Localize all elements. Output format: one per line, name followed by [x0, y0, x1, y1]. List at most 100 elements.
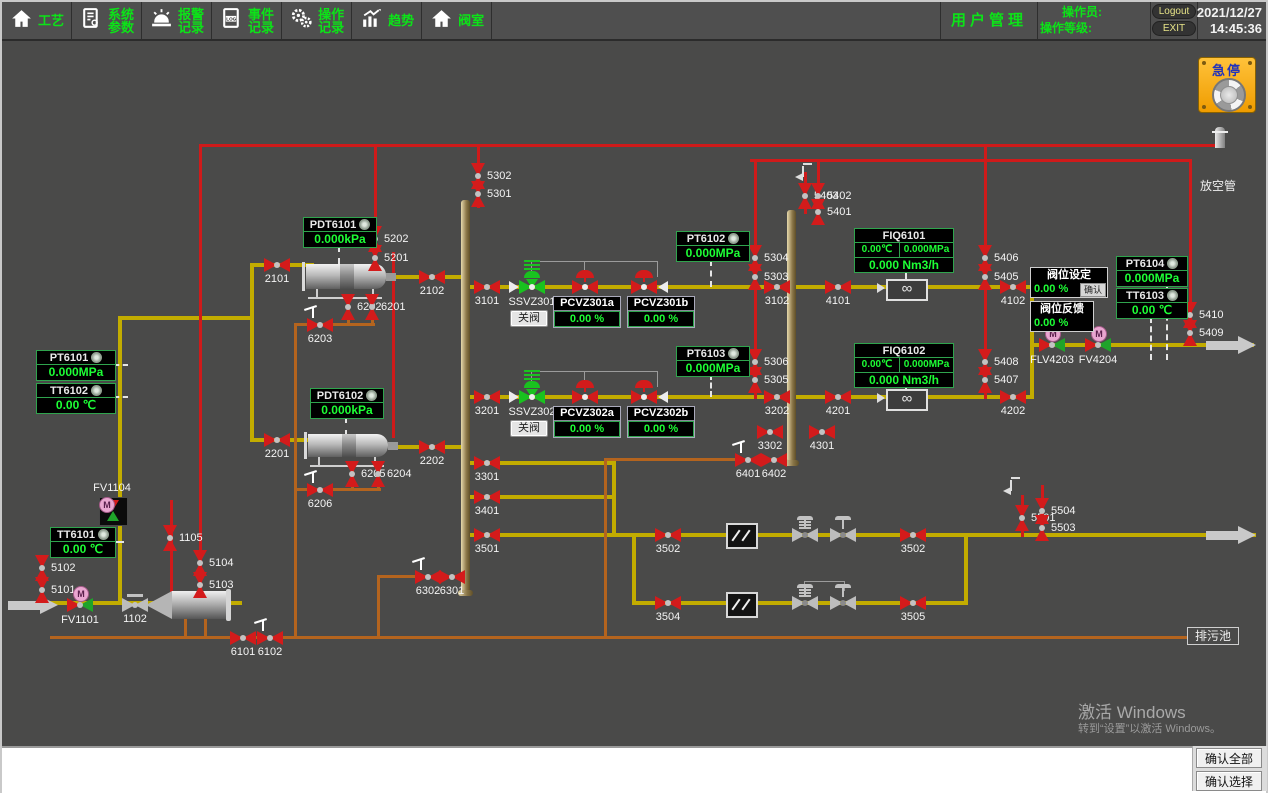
valve-5103[interactable] — [193, 572, 207, 598]
valve-5403[interactable] — [798, 183, 812, 209]
valve-PCVZ302b[interactable] — [631, 390, 657, 404]
nav-item-报警记录[interactable]: 报警记录 — [142, 2, 212, 39]
gear-icon[interactable] — [728, 233, 739, 244]
nav-item-工艺[interactable]: 工艺 — [2, 2, 72, 39]
valve-5405[interactable] — [978, 264, 992, 290]
valve-2202[interactable] — [419, 440, 445, 454]
valve-6204[interactable] — [371, 461, 385, 487]
display-TT6103[interactable]: TT61030.00 ℃ — [1116, 288, 1188, 319]
gear-icon[interactable] — [728, 348, 739, 359]
flow-meter-icon[interactable]: ∞ — [886, 279, 928, 301]
valve-3501[interactable] — [474, 528, 500, 542]
valve-3101[interactable] — [474, 280, 500, 294]
nav-item-趋势[interactable]: 趋势 — [352, 2, 422, 39]
user-management-button[interactable]: 用户管理 — [940, 2, 1038, 39]
valve-5101[interactable] — [35, 577, 49, 603]
display-PT6102[interactable]: PT61020.000MPa — [676, 231, 750, 262]
display-PCVZ302b[interactable]: PCVZ302b0.00 % — [627, 406, 695, 438]
ack-selected-button[interactable]: 确认选择 — [1196, 771, 1262, 791]
valve-4101[interactable] — [825, 280, 851, 294]
valve-6301[interactable] — [439, 570, 465, 584]
display-PCVZ301a[interactable]: PCVZ301a0.00 % — [553, 296, 621, 328]
valve-PCVZ301b[interactable] — [631, 280, 657, 294]
gear-icon[interactable] — [366, 390, 377, 401]
valve-6402[interactable] — [761, 453, 787, 467]
filter-icon[interactable] — [726, 592, 758, 618]
nav-item-操作记录[interactable]: 操作记录 — [282, 2, 352, 39]
display-FIQ6102[interactable]: FIQ61020.00℃0.000MPa0.000 Nm3/h — [854, 343, 954, 388]
gear-icon[interactable] — [98, 529, 109, 540]
display-PCVZ301b[interactable]: PCVZ301b0.00 % — [627, 296, 695, 328]
close-valve-button[interactable]: 关阀 — [510, 310, 548, 327]
valve-PCVZ302a[interactable] — [572, 390, 598, 404]
valve-3202[interactable] — [764, 390, 790, 404]
logout-button[interactable]: Logout — [1152, 4, 1196, 19]
valve-1102[interactable] — [122, 598, 148, 612]
valve-6203[interactable] — [307, 318, 333, 332]
valve-setpoint-display[interactable]: 阀位设定 0.00 % 确认 — [1030, 267, 1108, 298]
valve-5501[interactable] — [1015, 505, 1029, 531]
display-PT6103[interactable]: PT61030.000MPa — [676, 346, 750, 377]
actuated-valve[interactable] — [792, 596, 818, 610]
valve-SSVZ302[interactable] — [519, 390, 545, 404]
valve-6102[interactable] — [257, 631, 283, 645]
display-PT6104[interactable]: PT61040.000MPa — [1116, 256, 1188, 287]
valve-5503[interactable] — [1035, 515, 1049, 541]
actuated-valve[interactable] — [830, 528, 856, 542]
valve-4202[interactable] — [1000, 390, 1026, 404]
gear-icon[interactable] — [91, 385, 102, 396]
nav-item-系统参数[interactable]: 系统参数 — [72, 2, 142, 39]
valve-3504[interactable] — [655, 596, 681, 610]
display-PCVZ302a[interactable]: PCVZ302a0.00 % — [553, 406, 621, 438]
valve-4301[interactable] — [809, 425, 835, 439]
valve-5301[interactable] — [471, 181, 485, 207]
valve-3302[interactable] — [757, 425, 783, 439]
valve-2101[interactable] — [264, 258, 290, 272]
valve-3502[interactable] — [900, 528, 926, 542]
display-PDT6101[interactable]: PDT61010.000kPa — [303, 217, 377, 248]
valve-SSVZ301[interactable] — [519, 280, 545, 294]
valve-3502[interactable] — [655, 528, 681, 542]
nav-item-阀室[interactable]: 阀室 — [422, 2, 492, 39]
valve-3505[interactable] — [900, 596, 926, 610]
valve-1105[interactable] — [163, 525, 177, 551]
exit-button[interactable]: EXIT — [1152, 21, 1196, 36]
valve-6101[interactable] — [230, 631, 256, 645]
valve-6201[interactable] — [365, 294, 379, 320]
gear-icon[interactable] — [91, 352, 102, 363]
display-TT6102[interactable]: TT61020.00 ℃ — [36, 383, 116, 414]
nav-item-事件记录[interactable]: LOG事件记录 — [212, 2, 282, 39]
gear-icon[interactable] — [1167, 290, 1178, 301]
valve-5201[interactable] — [368, 245, 382, 271]
display-FIQ6101[interactable]: FIQ61010.00℃0.000MPa0.000 Nm3/h — [854, 228, 954, 273]
actuated-valve[interactable] — [792, 528, 818, 542]
valve-3301[interactable] — [474, 456, 500, 470]
display-TT6101[interactable]: TT61010.00 ℃ — [50, 527, 116, 558]
valve-5407[interactable] — [978, 367, 992, 393]
display-PT6101[interactable]: PT61010.000MPa — [36, 350, 116, 381]
filter-icon[interactable] — [726, 523, 758, 549]
valve-5409[interactable] — [1183, 320, 1197, 346]
valve-6401[interactable] — [735, 453, 761, 467]
ack-all-button[interactable]: 确认全部 — [1196, 748, 1262, 768]
valve-5303[interactable] — [748, 264, 762, 290]
valve-6206[interactable] — [307, 483, 333, 497]
close-valve-button[interactable]: 关阀 — [510, 420, 548, 437]
valve-2102[interactable] — [419, 270, 445, 284]
valve-6205[interactable] — [345, 461, 359, 487]
valve-feedback-display[interactable]: 阀位反馈 0.00 % — [1030, 301, 1094, 332]
valve-4201[interactable] — [825, 390, 851, 404]
valve-2201[interactable] — [264, 433, 290, 447]
confirm-button[interactable]: 确认 — [1080, 283, 1106, 297]
display-PDT6102[interactable]: PDT61020.000kPa — [310, 388, 384, 419]
valve-6202[interactable] — [341, 294, 355, 320]
valve-5401[interactable] — [811, 199, 825, 225]
gear-icon[interactable] — [359, 219, 370, 230]
valve-3401[interactable] — [474, 490, 500, 504]
valve-PCVZ301a[interactable] — [572, 280, 598, 294]
flow-meter-icon[interactable]: ∞ — [886, 389, 928, 411]
gear-icon[interactable] — [1167, 258, 1178, 269]
valve-6302[interactable] — [415, 570, 441, 584]
valve-3201[interactable] — [474, 390, 500, 404]
valve-5305[interactable] — [748, 367, 762, 393]
